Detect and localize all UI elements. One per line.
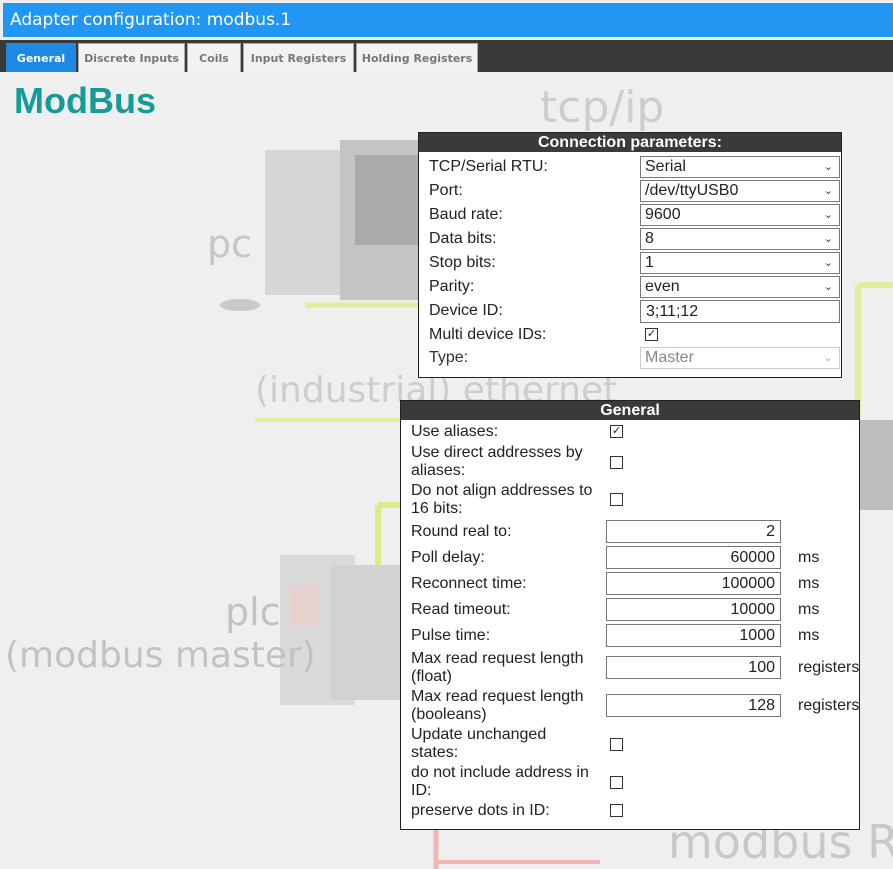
chevron-down-icon: ⌄ <box>823 185 833 197</box>
general-panel: General Use aliases: ✓ Use direct addres… <box>400 400 860 830</box>
read-timeout-label: Read timeout: <box>411 601 511 618</box>
bg-label-tcpip: tcp/ip <box>540 82 665 133</box>
read-timeout-input[interactable]: 10000 <box>606 598 781 621</box>
data-bits-label: Data bits: <box>429 230 497 247</box>
reconnect-unit: ms <box>798 575 820 592</box>
data-bits-select[interactable]: 8 ⌄ <box>640 228 840 250</box>
connection-panel-title: Connection parameters: <box>419 133 841 152</box>
port-value: /dev/ttyUSB0 <box>645 182 739 199</box>
no-align-label-1: Do not align addresses to <box>411 482 593 499</box>
parity-label: Parity: <box>429 278 475 295</box>
tab-input-registers[interactable]: Input Registers <box>243 43 354 72</box>
checkmark-icon: ✓ <box>646 328 657 340</box>
parity-value: even <box>645 278 680 295</box>
port-label: Port: <box>429 182 463 199</box>
max-bool-input[interactable]: 128 <box>606 694 781 717</box>
type-value: Master <box>645 349 694 366</box>
max-bool-label-2: (booleans) <box>411 706 487 723</box>
round-real-label: Round real to: <box>411 523 512 540</box>
multi-ids-label: Multi device IDs: <box>429 326 547 343</box>
no-address-id-label-2: ID: <box>411 782 432 799</box>
poll-delay-unit: ms <box>798 549 820 566</box>
baud-select[interactable]: 9600 ⌄ <box>640 204 840 226</box>
chevron-down-icon: ⌄ <box>823 257 833 269</box>
tab-discrete-inputs[interactable]: Discrete Inputs <box>78 43 185 72</box>
port-select[interactable]: /dev/ttyUSB0 ⌄ <box>640 180 840 202</box>
no-address-id-label-1: do not include address in <box>411 764 589 781</box>
preserve-dots-checkbox[interactable] <box>610 804 623 817</box>
no-align-checkbox[interactable] <box>610 493 623 506</box>
direct-addresses-label-1: Use direct addresses by <box>411 444 583 461</box>
stop-bits-select[interactable]: 1 ⌄ <box>640 252 840 274</box>
max-float-label-2: (float) <box>411 668 452 685</box>
max-bool-label-1: Max read request length <box>411 688 584 705</box>
baud-label: Baud rate: <box>429 206 503 223</box>
max-float-input[interactable]: 100 <box>606 656 781 679</box>
update-unchanged-label-2: states: <box>411 744 459 761</box>
tcp-serial-label: TCP/Serial RTU: <box>429 158 548 175</box>
chevron-down-icon: ⌄ <box>823 209 833 221</box>
tcp-serial-value: Serial <box>645 158 686 175</box>
tcp-serial-select[interactable]: Serial ⌄ <box>640 156 840 178</box>
direct-addresses-checkbox[interactable] <box>610 456 623 469</box>
bg-label-pc: pc <box>207 222 253 266</box>
poll-delay-input[interactable]: 60000 <box>606 546 781 569</box>
device-id-label: Device ID: <box>429 302 503 319</box>
reconnect-label: Reconnect time: <box>411 575 527 592</box>
stop-bits-value: 1 <box>645 254 654 271</box>
general-panel-title: General <box>401 401 859 420</box>
chevron-down-icon: ⌄ <box>823 161 833 173</box>
stop-bits-label: Stop bits: <box>429 254 496 271</box>
pulse-label: Pulse time: <box>411 627 491 644</box>
no-align-label-2: 16 bits: <box>411 500 463 517</box>
bg-label-master: (modbus master) <box>5 635 316 676</box>
max-float-label-1: Max read request length <box>411 650 584 667</box>
device-id-input[interactable]: 3;11;12 <box>640 300 840 323</box>
preserve-dots-label: preserve dots in ID: <box>411 802 550 819</box>
type-label: Type: <box>429 349 469 366</box>
baud-value: 9600 <box>645 206 681 223</box>
update-unchanged-label-1: Update unchanged <box>411 726 547 743</box>
pulse-input[interactable]: 1000 <box>606 624 781 647</box>
use-aliases-label: Use aliases: <box>411 423 499 440</box>
reconnect-input[interactable]: 100000 <box>606 572 781 595</box>
direct-addresses-label-2: aliases: <box>411 462 466 479</box>
round-real-input[interactable]: 2 <box>606 520 781 543</box>
no-address-id-checkbox[interactable] <box>610 776 623 789</box>
read-timeout-unit: ms <box>798 601 820 618</box>
max-bool-unit: registers <box>798 697 860 714</box>
chevron-down-icon: ⌄ <box>823 352 833 364</box>
brand-title: ModBus <box>14 80 156 121</box>
data-bits-value: 8 <box>645 230 654 247</box>
chevron-down-icon: ⌄ <box>823 281 833 293</box>
tab-coils[interactable]: Coils <box>187 43 241 72</box>
type-select[interactable]: Master ⌄ <box>640 347 840 369</box>
pulse-unit: ms <box>798 627 820 644</box>
bg-label-plc: plc <box>225 590 281 634</box>
parity-select[interactable]: even ⌄ <box>640 276 840 298</box>
chevron-down-icon: ⌄ <box>823 233 833 245</box>
connection-panel: Connection parameters: TCP/Serial RTU: S… <box>418 132 842 378</box>
tab-bar: General Discrete Inputs Coils Input Regi… <box>0 40 893 72</box>
checkmark-icon: ✓ <box>611 425 622 437</box>
poll-delay-label: Poll delay: <box>411 549 485 566</box>
update-unchanged-checkbox[interactable] <box>610 738 623 751</box>
tab-holding-registers[interactable]: Holding Registers <box>356 43 478 72</box>
window-title: Adapter configuration: modbus.1 <box>3 3 893 37</box>
max-float-unit: registers <box>798 659 860 676</box>
multi-ids-checkbox[interactable]: ✓ <box>645 328 658 341</box>
tab-general[interactable]: General <box>6 43 76 72</box>
use-aliases-checkbox[interactable]: ✓ <box>610 425 623 438</box>
